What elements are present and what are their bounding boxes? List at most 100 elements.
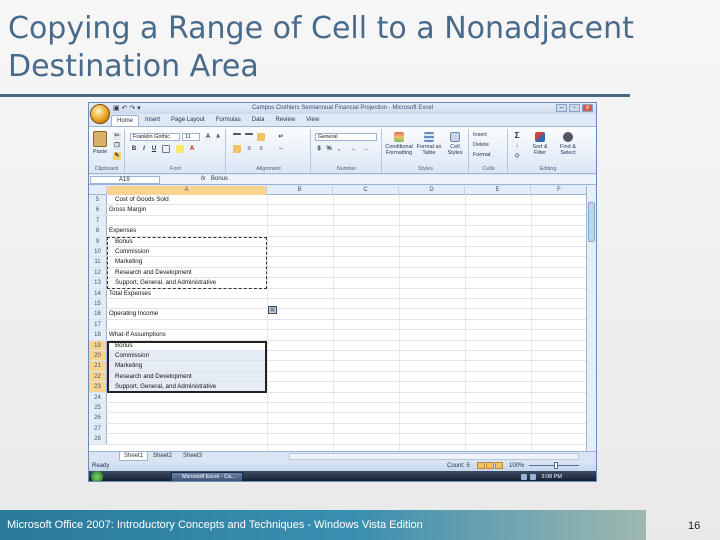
- tab-data[interactable]: Data: [247, 115, 270, 126]
- worksheet-grid[interactable]: 28 27 26 25 24 23 Support, General, and Admini…: [89, 195, 588, 451]
- font-size-box[interactable]: 11: [182, 133, 200, 141]
- row-header[interactable]: 18: [89, 330, 107, 340]
- row-header[interactable]: 22: [89, 371, 107, 382]
- row-header[interactable]: 26: [89, 413, 107, 423]
- cut-icon[interactable]: ✂: [113, 132, 121, 140]
- cell-styles-button[interactable]: Cell Styles: [443, 132, 467, 156]
- sheet-tab-1[interactable]: Sheet1: [119, 452, 149, 461]
- row-header[interactable]: 10: [89, 247, 107, 257]
- tray-icon[interactable]: [530, 474, 536, 480]
- select-all-corner[interactable]: [89, 186, 107, 195]
- clear-icon[interactable]: ◇: [513, 152, 521, 160]
- row-header[interactable]: 13: [89, 278, 107, 288]
- format-as-table-button[interactable]: Format as Table: [415, 132, 443, 156]
- cell-a[interactable]: Research and Development: [107, 371, 266, 382]
- bold-icon[interactable]: B: [130, 145, 138, 153]
- wrap-text-icon[interactable]: ↵: [277, 133, 285, 141]
- cell-a[interactable]: Operating Income: [107, 309, 266, 318]
- align-bottom-icon[interactable]: [257, 133, 265, 141]
- cell-a[interactable]: Commission: [107, 351, 266, 361]
- tab-formulas[interactable]: Formulas: [211, 115, 246, 126]
- tab-home[interactable]: Home: [111, 115, 140, 126]
- tab-insert[interactable]: Insert: [140, 115, 165, 126]
- number-format-box[interactable]: General: [315, 133, 377, 141]
- cell-a[interactable]: Cost of Goods Sold: [107, 195, 266, 204]
- conditional-formatting-button[interactable]: Conditional Formatting: [384, 132, 414, 156]
- close-button[interactable]: x: [582, 104, 593, 112]
- tab-review[interactable]: Review: [270, 115, 300, 126]
- minimize-button[interactable]: –: [556, 104, 567, 112]
- cell-a[interactable]: Support, General, and Administrative: [107, 278, 266, 287]
- align-middle-icon[interactable]: [245, 133, 253, 141]
- fill-icon[interactable]: ↓: [513, 142, 521, 150]
- cell-a[interactable]: Marketing: [107, 257, 266, 266]
- italic-icon[interactable]: I: [140, 145, 148, 153]
- cell-a[interactable]: [107, 299, 266, 308]
- cell-a[interactable]: [107, 216, 266, 225]
- row-header[interactable]: 5: [89, 195, 107, 205]
- currency-icon[interactable]: $: [315, 145, 323, 153]
- row-header[interactable]: 9: [89, 236, 107, 246]
- row-header[interactable]: 15: [89, 299, 107, 309]
- cell-a[interactable]: [107, 424, 266, 433]
- cell-a[interactable]: What-If Assumptions: [107, 330, 266, 339]
- cell-a[interactable]: Marketing: [107, 361, 266, 371]
- copy-icon[interactable]: ❐: [113, 142, 121, 150]
- column-header-a[interactable]: A: [107, 186, 267, 195]
- font-name-box[interactable]: Franklin Gothic: [130, 133, 180, 141]
- paste-options-icon[interactable]: ▤: [268, 306, 277, 314]
- center-icon[interactable]: ≡: [245, 145, 253, 153]
- comma-icon[interactable]: ,: [335, 145, 343, 153]
- cell-a[interactable]: [107, 413, 266, 422]
- column-header-f[interactable]: F: [531, 186, 588, 195]
- tray-icon[interactable]: [521, 474, 527, 480]
- row-header[interactable]: 11: [89, 257, 107, 267]
- sheet-tab-2[interactable]: Sheet2: [149, 452, 176, 461]
- taskbar-item-excel[interactable]: Microsoft Excel - Ca...: [171, 472, 243, 481]
- row-header[interactable]: 16: [89, 309, 107, 319]
- grow-font-icon[interactable]: A: [204, 133, 212, 141]
- paste-button[interactable]: Paste: [93, 131, 107, 155]
- shrink-font-icon[interactable]: A: [214, 133, 222, 141]
- sort-filter-button[interactable]: Sort & Filter: [527, 132, 553, 156]
- cell-a[interactable]: Bonus: [107, 237, 266, 246]
- row-header[interactable]: 25: [89, 403, 107, 413]
- normal-view-icon[interactable]: [477, 462, 485, 469]
- column-header-b[interactable]: B: [267, 186, 333, 195]
- scrollbar-thumb[interactable]: [588, 202, 595, 242]
- row-header[interactable]: 7: [89, 215, 107, 226]
- delete-button[interactable]: Delete: [473, 142, 489, 148]
- column-header-c[interactable]: C: [333, 186, 399, 195]
- row-header[interactable]: 24: [89, 392, 107, 402]
- align-left-icon[interactable]: [233, 145, 241, 153]
- sheet-tab-3[interactable]: Sheet3: [179, 452, 206, 461]
- tab-page-layout[interactable]: Page Layout: [166, 115, 210, 126]
- cell-a[interactable]: Support, General, and Administrative: [107, 382, 266, 392]
- autosum-icon[interactable]: Σ: [513, 132, 521, 140]
- format-painter-icon[interactable]: ✎: [113, 152, 121, 160]
- align-right-icon[interactable]: ≡: [257, 145, 265, 153]
- row-header[interactable]: 17: [89, 319, 107, 330]
- decrease-decimal-icon[interactable]: →: [362, 145, 370, 153]
- cell-a[interactable]: Expenses: [107, 226, 266, 235]
- cell-a[interactable]: [107, 320, 266, 329]
- borders-icon[interactable]: [162, 145, 170, 153]
- row-header[interactable]: 23: [89, 382, 107, 392]
- horizontal-scrollbar[interactable]: [289, 453, 579, 460]
- row-header[interactable]: 27: [89, 423, 107, 434]
- cell-a[interactable]: [107, 393, 266, 402]
- fill-color-icon[interactable]: [176, 145, 184, 153]
- percent-icon[interactable]: %: [325, 145, 333, 153]
- merge-center-icon[interactable]: ⇔: [277, 145, 285, 153]
- find-select-button[interactable]: Find & Select: [555, 132, 581, 156]
- row-header[interactable]: 28: [89, 434, 107, 444]
- cell-a[interactable]: Gross Margin: [107, 205, 266, 214]
- formula-input[interactable]: Bonus: [211, 176, 228, 183]
- row-header[interactable]: 19: [89, 340, 107, 350]
- cell-a[interactable]: Commission: [107, 247, 266, 256]
- format-button[interactable]: Format: [473, 152, 490, 158]
- column-header-e[interactable]: E: [465, 186, 531, 195]
- cell-a[interactable]: Total Expenses: [107, 289, 266, 298]
- zoom-slider-handle[interactable]: [554, 462, 558, 469]
- font-color-icon[interactable]: A: [188, 145, 196, 153]
